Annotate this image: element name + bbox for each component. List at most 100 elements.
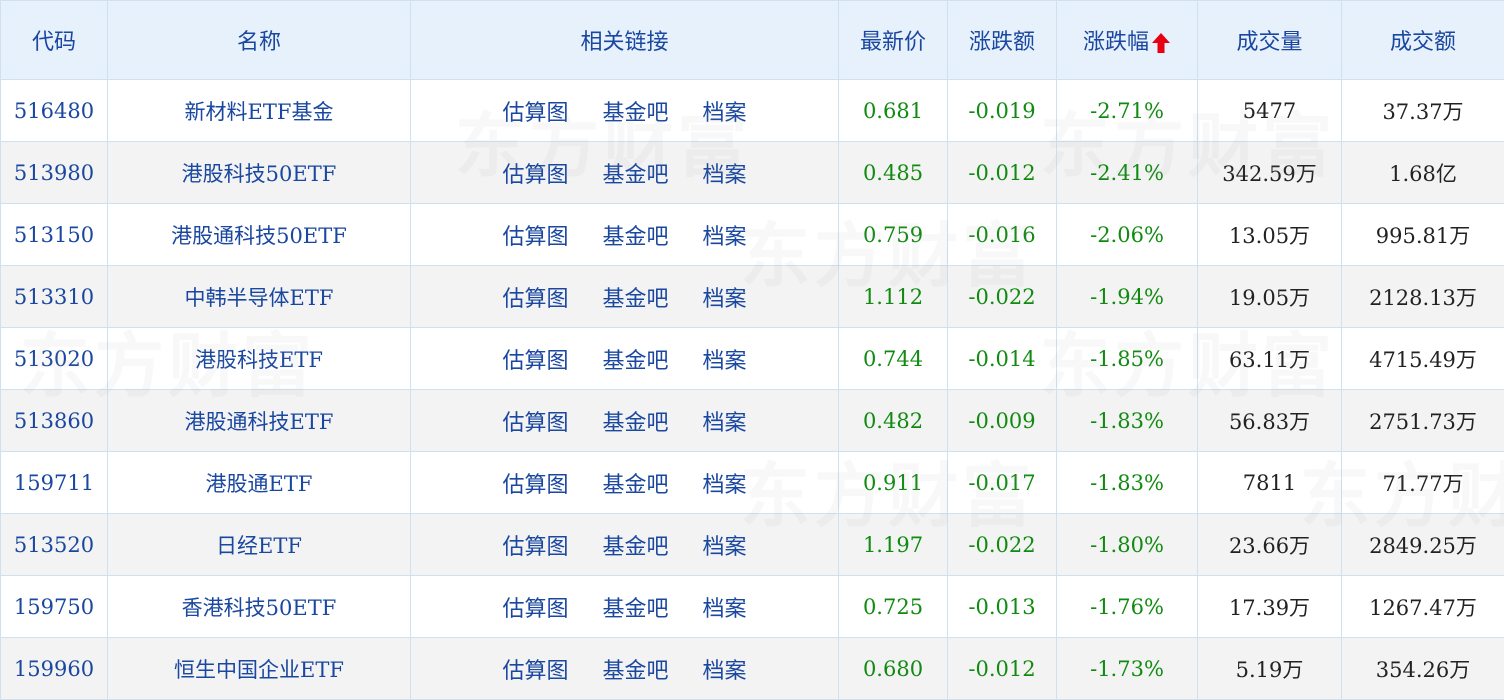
fund-forum-link[interactable]: 基金吧	[602, 225, 668, 250]
column-header-links: 相关链接	[411, 1, 839, 80]
fund-forum-link[interactable]: 基金吧	[602, 473, 668, 498]
fund-name-cell[interactable]: 恒生中国企业ETF	[108, 638, 411, 700]
amount-cell: 71.77万	[1342, 452, 1504, 514]
sort-up-arrow-icon[interactable]	[1151, 32, 1171, 54]
change-pct-cell: -1.94%	[1057, 266, 1198, 328]
fund-code-cell[interactable]: 159711	[1, 452, 108, 514]
estimate-chart-link[interactable]: 估算图	[502, 411, 568, 436]
fund-forum-link[interactable]: 基金吧	[602, 163, 668, 188]
fund-profile-link[interactable]: 档案	[703, 101, 747, 126]
volume-cell: 17.39万	[1198, 576, 1342, 638]
fund-name-cell[interactable]: 港股科技50ETF	[108, 142, 411, 204]
fund-profile-link[interactable]: 档案	[703, 473, 747, 498]
amount-cell: 2751.73万	[1342, 390, 1504, 452]
amount-cell: 354.26万	[1342, 638, 1504, 700]
fund-name-cell[interactable]: 新材料ETF基金	[108, 80, 411, 142]
fund-code-cell[interactable]: 159750	[1, 576, 108, 638]
latest-price-cell: 0.725	[839, 576, 948, 638]
fund-name-cell[interactable]: 港股科技ETF	[108, 328, 411, 390]
change-amount-cell: -0.012	[948, 638, 1057, 700]
change-pct-cell: -1.85%	[1057, 328, 1198, 390]
volume-cell: 19.05万	[1198, 266, 1342, 328]
links-cell: 估算图 基金吧 档案	[411, 142, 839, 204]
volume-cell: 23.66万	[1198, 514, 1342, 576]
fund-name-cell[interactable]: 港股通科技ETF	[108, 390, 411, 452]
column-header-amount[interactable]: 成交额	[1342, 1, 1504, 80]
latest-price-cell: 0.485	[839, 142, 948, 204]
change-pct-cell: -1.76%	[1057, 576, 1198, 638]
change-pct-cell: -1.73%	[1057, 638, 1198, 700]
estimate-chart-link[interactable]: 估算图	[502, 597, 568, 622]
fund-name-cell[interactable]: 香港科技50ETF	[108, 576, 411, 638]
fund-code-cell[interactable]: 513520	[1, 514, 108, 576]
amount-cell: 2849.25万	[1342, 514, 1504, 576]
fund-code-cell[interactable]: 513860	[1, 390, 108, 452]
fund-code-cell[interactable]: 513980	[1, 142, 108, 204]
fund-forum-link[interactable]: 基金吧	[602, 659, 668, 684]
links-cell: 估算图 基金吧 档案	[411, 390, 839, 452]
column-header-change-pct[interactable]: 涨跌幅	[1057, 1, 1198, 80]
estimate-chart-link[interactable]: 估算图	[502, 225, 568, 250]
change-amount-cell: -0.022	[948, 266, 1057, 328]
fund-profile-link[interactable]: 档案	[703, 163, 747, 188]
volume-cell: 5.19万	[1198, 638, 1342, 700]
amount-cell: 4715.49万	[1342, 328, 1504, 390]
links-cell: 估算图 基金吧 档案	[411, 452, 839, 514]
fund-code-cell[interactable]: 513150	[1, 204, 108, 266]
fund-code-cell[interactable]: 513020	[1, 328, 108, 390]
fund-profile-link[interactable]: 档案	[703, 597, 747, 622]
links-cell: 估算图 基金吧 档案	[411, 328, 839, 390]
column-header-volume[interactable]: 成交量	[1198, 1, 1342, 80]
column-header-change-pct-label: 涨跌幅	[1083, 30, 1149, 55]
fund-forum-link[interactable]: 基金吧	[602, 411, 668, 436]
fund-forum-link[interactable]: 基金吧	[602, 101, 668, 126]
estimate-chart-link[interactable]: 估算图	[502, 349, 568, 374]
fund-profile-link[interactable]: 档案	[703, 411, 747, 436]
column-header-code[interactable]: 代码	[1, 1, 108, 80]
fund-code-cell[interactable]: 513310	[1, 266, 108, 328]
estimate-chart-link[interactable]: 估算图	[502, 535, 568, 560]
change-amount-cell: -0.019	[948, 80, 1057, 142]
fund-name-cell[interactable]: 日经ETF	[108, 514, 411, 576]
column-header-name[interactable]: 名称	[108, 1, 411, 80]
fund-forum-link[interactable]: 基金吧	[602, 597, 668, 622]
fund-name-cell[interactable]: 港股通科技50ETF	[108, 204, 411, 266]
fund-profile-link[interactable]: 档案	[703, 349, 747, 374]
latest-price-cell: 0.911	[839, 452, 948, 514]
change-amount-cell: -0.009	[948, 390, 1057, 452]
fund-code-cell[interactable]: 516480	[1, 80, 108, 142]
fund-profile-link[interactable]: 档案	[703, 225, 747, 250]
fund-name-cell[interactable]: 港股通ETF	[108, 452, 411, 514]
table-row: 516480新材料ETF基金估算图基金吧档案0.681-0.019-2.71%5…	[1, 80, 1504, 142]
fund-profile-link[interactable]: 档案	[703, 535, 747, 560]
table-row: 513860港股通科技ETF估算图基金吧档案0.482-0.009-1.83%5…	[1, 390, 1504, 452]
table-row: 159711港股通ETF估算图基金吧档案0.911-0.017-1.83%781…	[1, 452, 1504, 514]
table-row: 513310中韩半导体ETF估算图基金吧档案1.112-0.022-1.94%1…	[1, 266, 1504, 328]
fund-name-cell[interactable]: 中韩半导体ETF	[108, 266, 411, 328]
fund-profile-link[interactable]: 档案	[703, 659, 747, 684]
latest-price-cell: 0.482	[839, 390, 948, 452]
etf-ranking-table: 代码 名称 相关链接 最新价 涨跌额 涨跌幅 成交量 成交额 516480新材料…	[0, 0, 1504, 700]
fund-forum-link[interactable]: 基金吧	[602, 287, 668, 312]
latest-price-cell: 0.759	[839, 204, 948, 266]
change-amount-cell: -0.012	[948, 142, 1057, 204]
table-row: 513980港股科技50ETF估算图基金吧档案0.485-0.012-2.41%…	[1, 142, 1504, 204]
column-header-price[interactable]: 最新价	[839, 1, 948, 80]
column-header-change[interactable]: 涨跌额	[948, 1, 1057, 80]
latest-price-cell: 1.197	[839, 514, 948, 576]
fund-code-cell[interactable]: 159960	[1, 638, 108, 700]
table-row: 513520日经ETF估算图基金吧档案1.197-0.022-1.80%23.6…	[1, 514, 1504, 576]
estimate-chart-link[interactable]: 估算图	[502, 659, 568, 684]
amount-cell: 995.81万	[1342, 204, 1504, 266]
change-pct-cell: -1.80%	[1057, 514, 1198, 576]
fund-forum-link[interactable]: 基金吧	[602, 535, 668, 560]
fund-forum-link[interactable]: 基金吧	[602, 349, 668, 374]
estimate-chart-link[interactable]: 估算图	[502, 101, 568, 126]
volume-cell: 13.05万	[1198, 204, 1342, 266]
estimate-chart-link[interactable]: 估算图	[502, 287, 568, 312]
fund-profile-link[interactable]: 档案	[703, 287, 747, 312]
estimate-chart-link[interactable]: 估算图	[502, 473, 568, 498]
estimate-chart-link[interactable]: 估算图	[502, 163, 568, 188]
latest-price-cell: 0.744	[839, 328, 948, 390]
table-row: 159750香港科技50ETF估算图基金吧档案0.725-0.013-1.76%…	[1, 576, 1504, 638]
